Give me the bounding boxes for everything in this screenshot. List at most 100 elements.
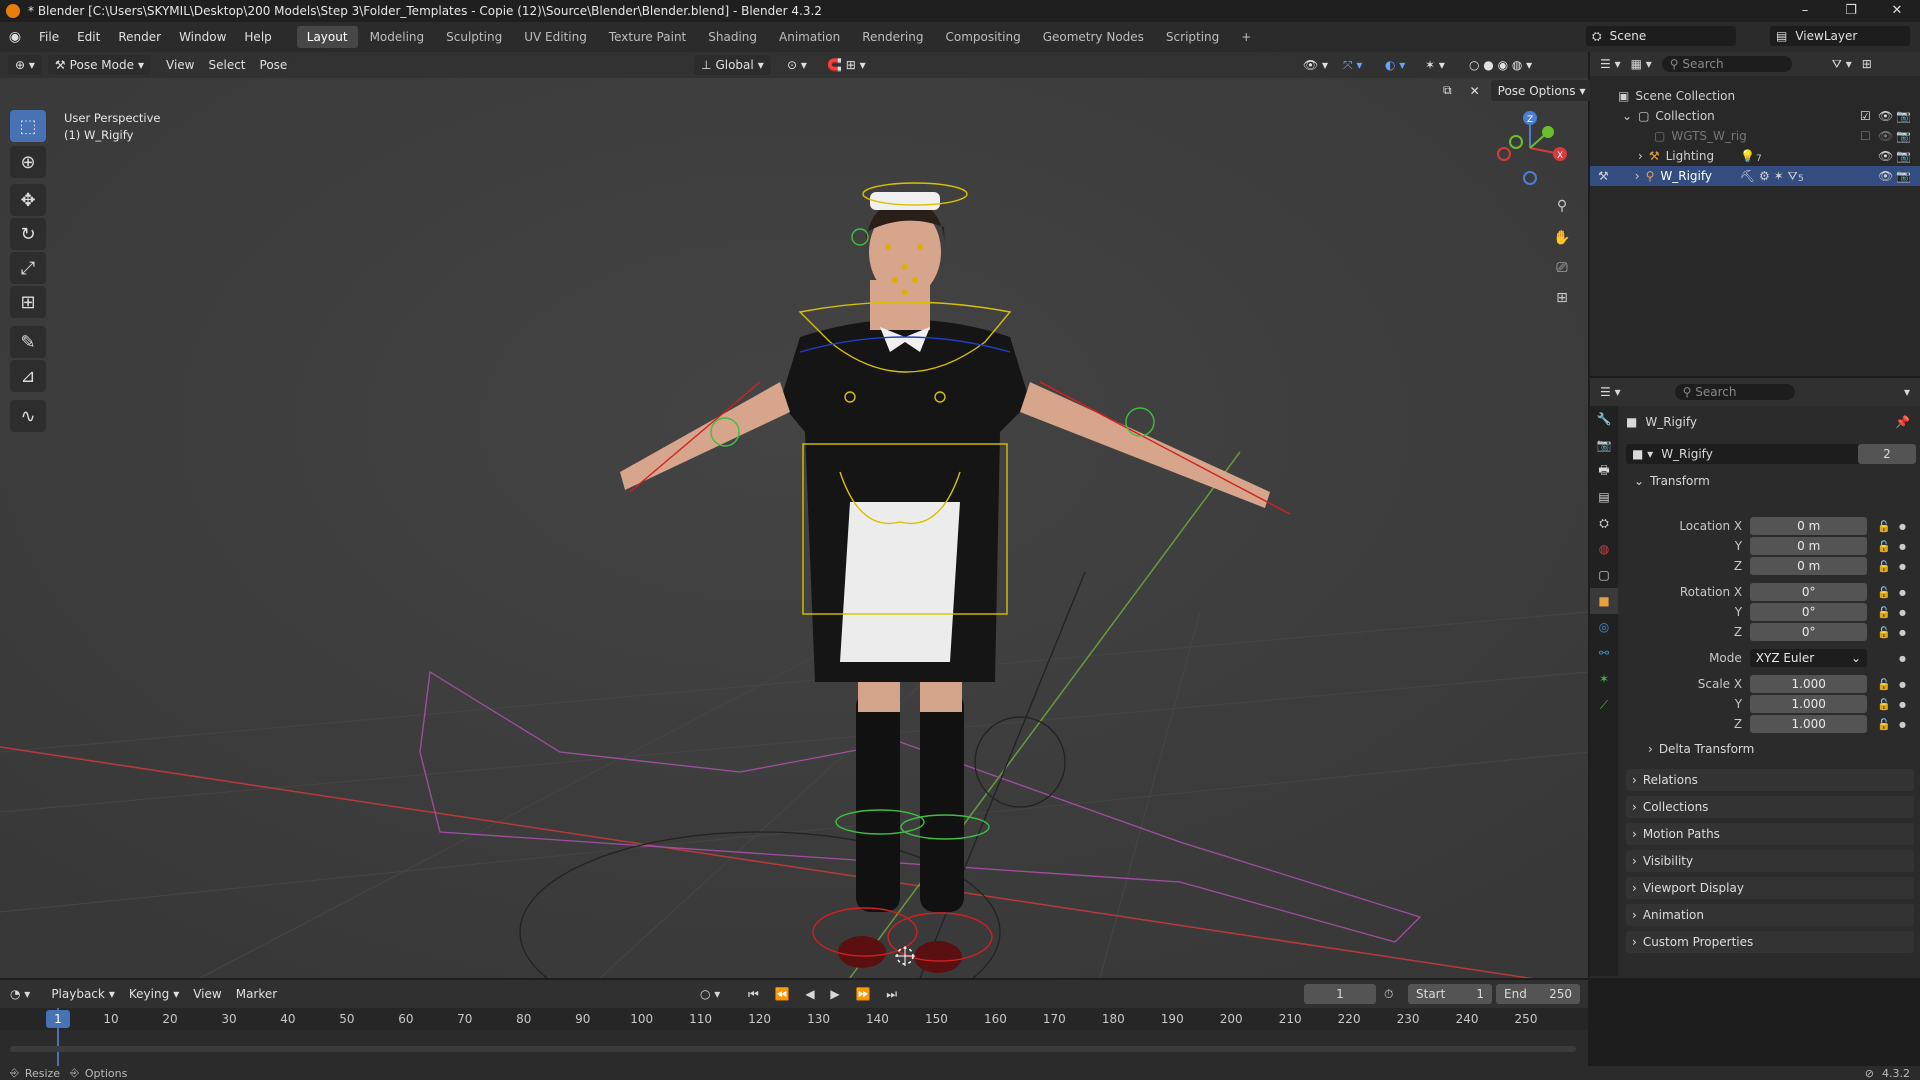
outliner-search-input[interactable]: ⚲ Search — [1661, 56, 1792, 72]
x-mirror-icon[interactable]: ✕ — [1463, 80, 1487, 101]
visibility-icon[interactable]: 👁 ▾ — [1296, 55, 1335, 75]
rotation-y-field[interactable]: 0° — [1750, 603, 1868, 621]
location-z-field[interactable]: 0 m — [1750, 557, 1868, 575]
tab-rendering[interactable]: Rendering — [852, 26, 933, 48]
location-y-field[interactable]: 0 m — [1750, 537, 1868, 555]
menu-edit[interactable]: Edit — [68, 30, 109, 44]
symmetry-icon[interactable]: ⧉ — [1436, 80, 1459, 101]
pan-hand-icon[interactable]: ✋ — [1548, 224, 1576, 252]
select-box-tool[interactable]: ⬚ — [10, 110, 46, 142]
rotate-tool[interactable]: ↻ — [10, 218, 46, 250]
keyframe-dot-icon[interactable]: ● — [1899, 562, 1906, 571]
bone-overlay-icon[interactable]: ✶ ▾ — [1418, 55, 1452, 75]
lock-icon[interactable]: 🔓 — [1877, 560, 1891, 573]
add-workspace-icon[interactable]: + — [1231, 26, 1261, 48]
menu-file[interactable]: File — [30, 30, 68, 44]
keyframe-dot-icon[interactable]: ● — [1899, 720, 1906, 729]
delta-transform-subpanel[interactable]: › Delta Transform — [1648, 742, 1754, 756]
outliner-editor-icon[interactable]: ☰ ▾ — [1600, 57, 1621, 71]
outliner-row-lighting[interactable]: › ⚒ Lighting 💡 7 👁 📷 — [1590, 146, 1920, 166]
tab-shading[interactable]: Shading — [698, 26, 767, 48]
lock-icon[interactable]: 🔓 — [1877, 606, 1891, 619]
editor-type-dropdown[interactable]: ⊕ ▾ — [8, 55, 42, 75]
filter-icon[interactable]: ⛛ ▾ — [1832, 57, 1852, 72]
measure-tool[interactable]: ⊿ — [10, 360, 46, 392]
outliner-row-scene-collection[interactable]: ▣ Scene Collection — [1590, 86, 1920, 106]
zoom-icon[interactable]: ⚲ — [1548, 192, 1576, 220]
keyframe-dot-icon[interactable]: ● — [1899, 522, 1906, 531]
minimize-button[interactable]: – — [1782, 0, 1828, 22]
render-camera-icon[interactable]: 📷 — [1896, 129, 1911, 143]
outliner-row-wgts[interactable]: ▢ WGTS_W_rig ☐ 👁 📷 — [1590, 126, 1920, 146]
relax-pose-tool[interactable]: ∿ — [10, 400, 46, 432]
pose-options-dropdown[interactable]: Pose Options ▾ — [1490, 80, 1593, 101]
annotate-tool[interactable]: ✎ — [10, 326, 46, 358]
datablock-name[interactable]: W_Rigify — [1661, 447, 1713, 461]
tab-sculpting[interactable]: Sculpting — [436, 26, 512, 48]
tab-compositing[interactable]: Compositing — [935, 26, 1030, 48]
panel-relations[interactable]: › Relations — [1626, 769, 1914, 791]
panel-viewport-display[interactable]: › Viewport Display — [1626, 877, 1914, 899]
lock-icon[interactable]: 🔓 — [1877, 678, 1891, 691]
properties-search-input[interactable]: ⚲ Search — [1674, 384, 1795, 400]
menu-marker[interactable]: Marker — [229, 984, 284, 1004]
exclude-checkbox[interactable]: ☐ — [1860, 129, 1871, 143]
render-tab-icon[interactable]: 📷 — [1590, 432, 1618, 458]
menu-keying[interactable]: Keying ▾ — [122, 984, 186, 1004]
expand-icon[interactable]: › — [1638, 149, 1643, 163]
pivot-point-icon[interactable]: ⊙ ▾ — [780, 55, 814, 75]
panel-motion-paths[interactable]: › Motion Paths — [1626, 823, 1914, 845]
maximize-button[interactable]: ❐ — [1828, 0, 1874, 22]
playhead-frame-badge[interactable]: 1 — [46, 1010, 70, 1028]
exclude-checkbox[interactable]: ☑ — [1860, 109, 1871, 123]
transform-tool[interactable]: ⊞ — [10, 286, 46, 318]
keyframe-dot-icon[interactable]: ● — [1899, 654, 1906, 663]
preview-range-icon[interactable]: ⏱ — [1384, 987, 1393, 1002]
mode-dropdown[interactable]: ⚒ Pose Mode ▾ — [47, 55, 151, 75]
gizmo-toggle-icon[interactable]: ⤧ ▾ — [1336, 55, 1369, 76]
overlays-toggle-icon[interactable]: ◐ ▾ — [1378, 55, 1412, 75]
keyframe-dot-icon[interactable]: ● — [1899, 680, 1906, 689]
tab-modeling[interactable]: Modeling — [360, 26, 435, 48]
lock-icon[interactable]: 🔓 — [1877, 626, 1891, 639]
blender-menu-icon[interactable]: ◉ — [0, 29, 30, 45]
cursor-tool[interactable]: ⊕ — [10, 146, 46, 178]
menu-render[interactable]: Render — [109, 30, 170, 44]
playback-controls[interactable]: ⏮ ⏪ ◀ ▶ ⏩ ⏭ — [748, 987, 903, 1002]
expand-collection-icon[interactable]: ⌄ — [1622, 109, 1632, 123]
menu-view[interactable]: View — [159, 55, 201, 75]
tab-geometry-nodes[interactable]: Geometry Nodes — [1033, 26, 1154, 48]
start-frame-field[interactable]: Start 1 — [1408, 984, 1492, 1004]
current-frame-field[interactable]: 1 — [1304, 984, 1376, 1004]
timeline-ruler[interactable]: 1102030405060708090100110120130140150160… — [0, 1008, 1588, 1030]
lock-icon[interactable]: 🔓 — [1877, 586, 1891, 599]
transform-panel-header[interactable]: ⌄ Transform — [1634, 474, 1710, 488]
keyframe-dot-icon[interactable]: ● — [1899, 628, 1906, 637]
camera-view-icon[interactable]: ⎚ — [1548, 254, 1576, 282]
panel-visibility[interactable]: › Visibility — [1626, 850, 1914, 872]
pin-icon[interactable]: 📌 — [1895, 415, 1910, 429]
tab-layout[interactable]: Layout — [296, 26, 358, 48]
lock-icon[interactable]: 🔓 — [1877, 698, 1891, 711]
auto-keying-icon[interactable]: ○ ▾ — [700, 987, 720, 1001]
scale-tool[interactable]: ⤢ — [10, 252, 46, 284]
close-button[interactable]: ✕ — [1874, 0, 1920, 22]
keyframe-dot-icon[interactable]: ● — [1899, 700, 1906, 709]
navigation-gizmo[interactable]: Z X — [1490, 108, 1570, 188]
move-tool[interactable]: ✥ — [10, 184, 46, 216]
scale-y-field[interactable]: 1.000 — [1750, 695, 1868, 713]
rotation-x-field[interactable]: 0° — [1750, 583, 1868, 601]
eye-hidden-icon[interactable]: 👁 — [1878, 129, 1893, 143]
rotation-mode-dropdown[interactable]: XYZ Euler ⌄ — [1749, 649, 1868, 667]
view-layer-selector[interactable]: ▤ ViewLayer — [1770, 26, 1910, 46]
timeline-editor-icon[interactable]: ◔ ▾ — [10, 987, 30, 1001]
view-layer-tab-icon[interactable]: ▤ — [1590, 484, 1618, 510]
snap-icon[interactable]: 🧲 ⊞ ▾ — [820, 55, 873, 75]
keyframe-dot-icon[interactable]: ● — [1899, 608, 1906, 617]
menu-pose[interactable]: Pose — [253, 55, 295, 75]
lock-icon[interactable]: 🔓 — [1877, 520, 1891, 533]
scale-x-field[interactable]: 1.000 — [1750, 675, 1868, 693]
menu-help[interactable]: Help — [235, 30, 280, 44]
tool-tab-icon[interactable]: 🔧 — [1590, 406, 1618, 432]
tab-texture-paint[interactable]: Texture Paint — [599, 26, 696, 48]
